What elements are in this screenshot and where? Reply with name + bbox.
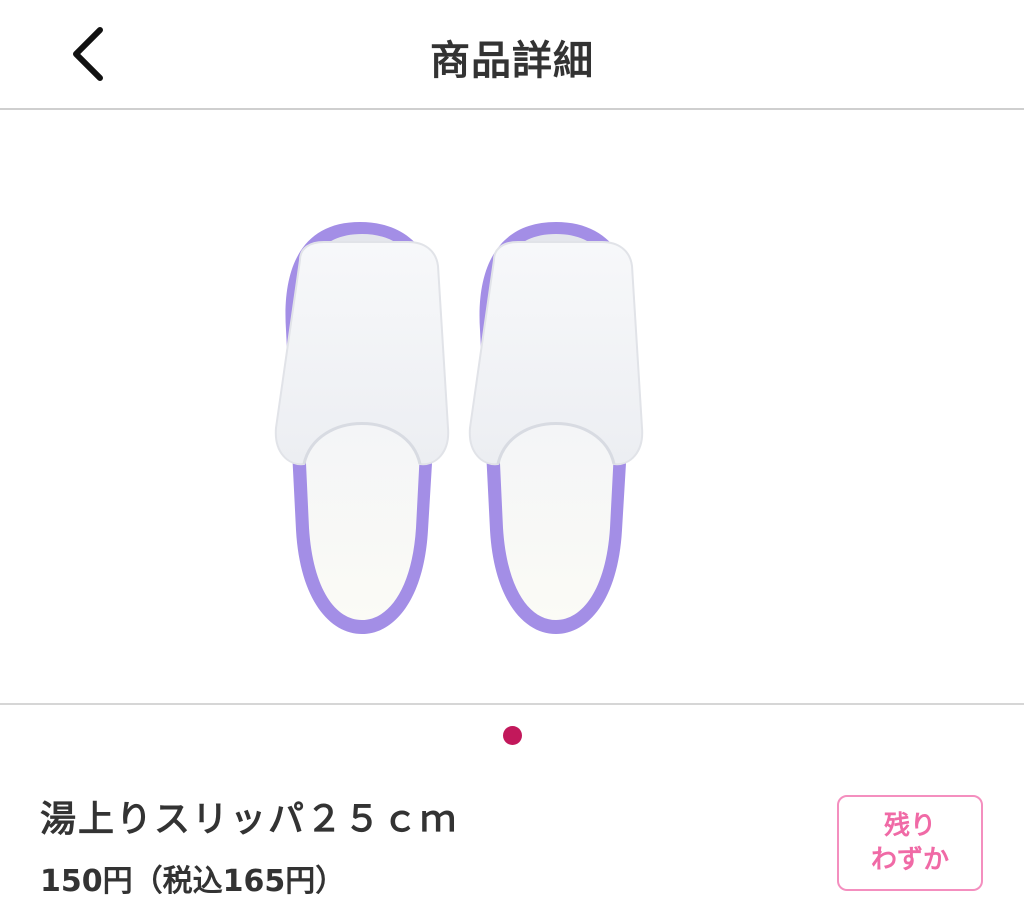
stock-badge-line1: 残り bbox=[883, 811, 936, 841]
app-header: 商品詳細 bbox=[0, 0, 1024, 110]
carousel-pager bbox=[0, 726, 1024, 746]
carousel-divider bbox=[0, 703, 1024, 705]
low-stock-badge: 残り わずか bbox=[837, 795, 983, 891]
product-name: 湯上りスリッパ２５ｃｍ bbox=[40, 799, 459, 840]
pager-dot-active[interactable] bbox=[502, 726, 522, 745]
product-price: 150円（税込165円） bbox=[40, 864, 346, 899]
product-image-carousel[interactable] bbox=[0, 110, 1024, 704]
page-title: 商品詳細 bbox=[430, 38, 594, 84]
stock-badge-line2: わずか bbox=[870, 845, 949, 875]
product-detail-page: 商品詳細 湯上りスリッパ２５ｃｍ 150円（税込165円） 残り わずか bbox=[0, 0, 1024, 921]
product-image bbox=[274, 222, 644, 634]
left-slipper bbox=[274, 222, 450, 634]
right-slipper bbox=[468, 222, 644, 634]
